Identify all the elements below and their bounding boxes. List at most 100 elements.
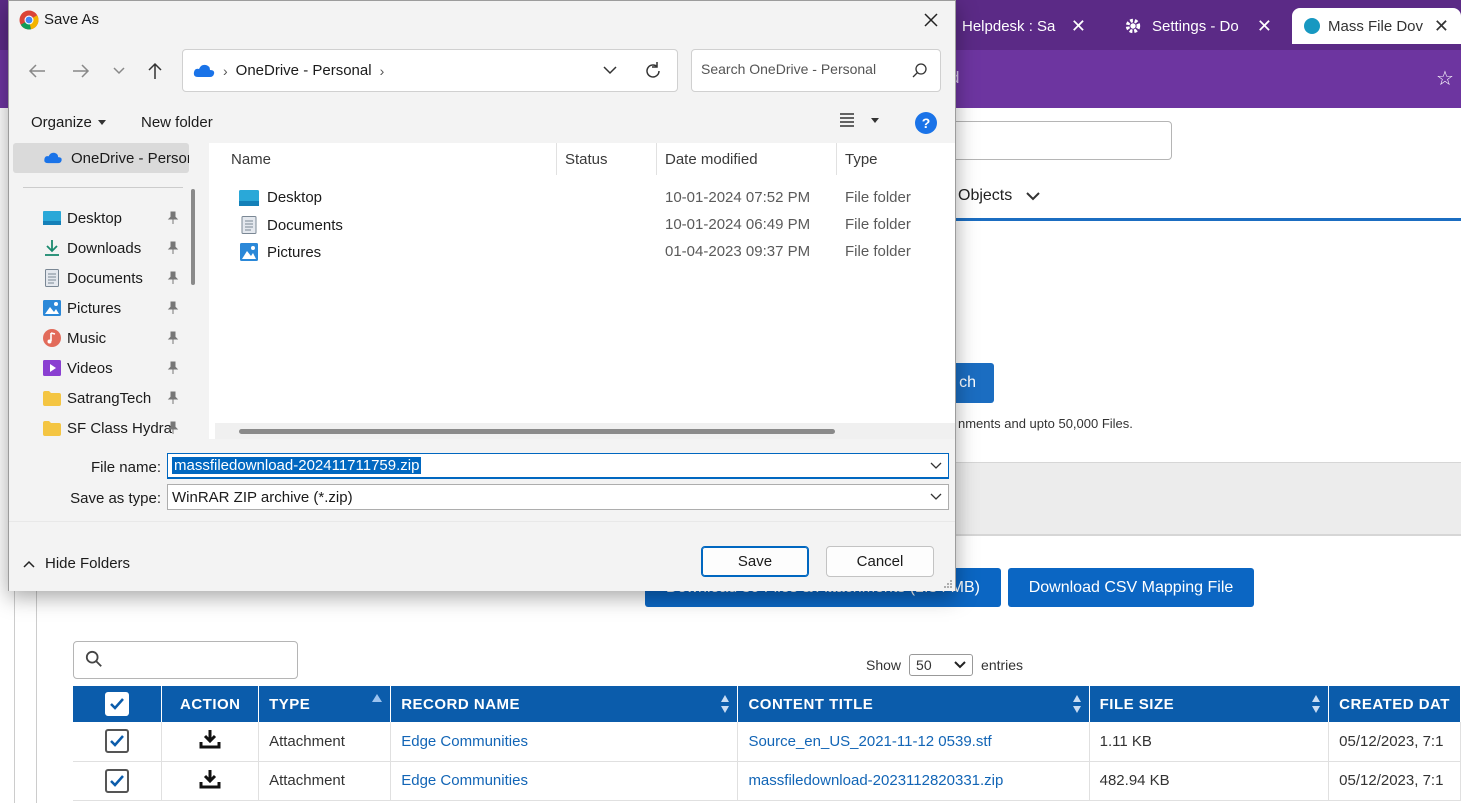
- row-title-link[interactable]: Source_en_US_2021-11-12 0539.stf: [737, 722, 1090, 762]
- header-created-date[interactable]: CREATED DAT: [1328, 686, 1461, 722]
- new-folder-button[interactable]: New folder: [141, 114, 213, 131]
- pin-icon[interactable]: [166, 301, 180, 315]
- column-header-type[interactable]: Type: [845, 143, 878, 175]
- select-all-checkbox[interactable]: [105, 692, 130, 716]
- page-search-input[interactable]: [940, 121, 1172, 160]
- column-divider[interactable]: [836, 143, 837, 175]
- search-icon: [912, 63, 927, 78]
- column-divider[interactable]: [656, 143, 657, 175]
- nav-item-sf-class-hydra[interactable]: SF Class Hydra: [43, 415, 193, 439]
- dialog-titlebar[interactable]: Save As: [9, 1, 955, 39]
- back-button[interactable]: [25, 59, 49, 83]
- music-icon: [43, 329, 61, 347]
- browser-tab-settings[interactable]: Settings - Do ✕: [1112, 8, 1284, 44]
- save-type-select[interactable]: WinRAR ZIP archive (*.zip): [167, 484, 949, 510]
- horizontal-scrollbar[interactable]: [215, 423, 955, 439]
- nav-item-desktop[interactable]: Desktop: [43, 205, 193, 231]
- nav-item-onedrive[interactable]: OneDrive - Persor: [13, 143, 189, 173]
- row-action[interactable]: [161, 722, 260, 762]
- nav-item-videos[interactable]: Videos: [43, 355, 193, 381]
- help-button[interactable]: ?: [915, 112, 937, 134]
- save-button[interactable]: Save: [701, 546, 809, 577]
- pin-icon[interactable]: [166, 421, 180, 435]
- search-button-label: ch: [959, 374, 976, 391]
- save-type-value: WinRAR ZIP archive (*.zip): [172, 488, 353, 506]
- row-title-link[interactable]: massfiledownload-2023112820331.zip: [737, 761, 1090, 801]
- column-header-status[interactable]: Status: [565, 143, 608, 175]
- pin-icon[interactable]: [166, 391, 180, 405]
- chevron-down-icon[interactable]: [603, 63, 617, 77]
- header-record-name[interactable]: RECORD NAME: [390, 686, 739, 722]
- browser-tab-mass-file[interactable]: Mass File Dov ✕: [1292, 8, 1461, 44]
- file-row-documents[interactable]: Documents 10-01-2024 06:49 PM File folde…: [209, 211, 955, 238]
- pin-icon[interactable]: [166, 271, 180, 285]
- nav-item-documents[interactable]: Documents: [43, 265, 193, 291]
- column-divider[interactable]: [556, 143, 557, 175]
- resize-grip-icon[interactable]: [943, 579, 953, 589]
- tab-title: Settings - Do: [1152, 17, 1239, 35]
- close-button[interactable]: [919, 8, 943, 32]
- row-record-link[interactable]: Edge Communities: [390, 761, 739, 801]
- forward-button[interactable]: [69, 59, 93, 83]
- up-button[interactable]: [143, 59, 167, 83]
- organize-button[interactable]: Organize: [31, 114, 106, 131]
- pin-icon[interactable]: [166, 331, 180, 345]
- chevron-down-icon[interactable]: [930, 462, 942, 470]
- refresh-icon[interactable]: [643, 61, 663, 81]
- file-list: ^ Name Status Date modified Type Desktop…: [209, 143, 955, 439]
- column-header-name[interactable]: Name: [231, 143, 271, 175]
- breadcrumb-chevron[interactable]: ›: [380, 63, 385, 79]
- browser-tab-helpdesk[interactable]: Helpdesk : Sa ✕: [950, 8, 1098, 44]
- download-icon[interactable]: [199, 769, 221, 789]
- file-row-desktop[interactable]: Desktop 10-01-2024 07:52 PM File folder: [209, 184, 955, 211]
- navigation-row: › OneDrive - Personal ›: [9, 39, 955, 101]
- objects-label: Objects: [958, 187, 1013, 204]
- row-record-link[interactable]: Edge Communities: [390, 722, 739, 762]
- row-select[interactable]: [73, 761, 163, 801]
- nav-item-label: Music: [67, 329, 107, 347]
- bookmark-star-icon[interactable]: ☆: [1436, 66, 1454, 91]
- row-select[interactable]: [73, 722, 163, 762]
- chevron-down-icon[interactable]: [930, 493, 942, 501]
- documents-folder-icon: [241, 216, 257, 234]
- row-action[interactable]: [161, 761, 260, 801]
- tab-close-icon[interactable]: ✕: [1434, 16, 1449, 37]
- row-checkbox[interactable]: [105, 768, 130, 793]
- tab-close-icon[interactable]: ✕: [1257, 16, 1272, 37]
- recent-locations-button[interactable]: [107, 59, 131, 83]
- sort-ascending-icon: ^: [386, 143, 392, 149]
- nav-item-satrangtech[interactable]: SatrangTech: [43, 385, 193, 411]
- pin-icon[interactable]: [166, 361, 180, 375]
- select-all-header[interactable]: [73, 686, 163, 722]
- download-csv-button[interactable]: Download CSV Mapping File: [1008, 568, 1254, 607]
- file-name-input[interactable]: massfiledownload-202411711759.zip: [167, 453, 949, 479]
- header-file-size[interactable]: FILE SIZE: [1089, 686, 1330, 722]
- header-type[interactable]: TYPE: [258, 686, 392, 722]
- pin-icon[interactable]: [166, 241, 180, 255]
- row-checkbox[interactable]: [105, 729, 130, 754]
- download-icon[interactable]: [199, 729, 221, 749]
- breadcrumb-location[interactable]: OneDrive - Personal: [236, 62, 372, 79]
- folder-search[interactable]: [691, 49, 941, 92]
- nav-item-music[interactable]: Music: [43, 325, 193, 351]
- save-as-dialog: Save As › OneDrive - Personal › Search O…: [8, 0, 956, 591]
- pin-icon[interactable]: [166, 211, 180, 225]
- nav-scrollbar[interactable]: [191, 189, 195, 285]
- nav-item-downloads[interactable]: Downloads: [43, 235, 193, 261]
- file-type: File folder: [845, 216, 911, 233]
- column-header-date[interactable]: Date modified: [665, 143, 758, 175]
- page-border: [36, 590, 37, 803]
- folder-search-input[interactable]: [701, 61, 901, 77]
- table-search-input[interactable]: [73, 641, 298, 679]
- header-content-title[interactable]: CONTENT TITLE: [737, 686, 1090, 722]
- nav-item-pictures[interactable]: Pictures: [43, 295, 193, 321]
- cancel-button[interactable]: Cancel: [826, 546, 934, 577]
- entries-select[interactable]: 50: [909, 654, 974, 676]
- hide-folders-button[interactable]: Hide Folders: [23, 555, 130, 572]
- change-view-button[interactable]: [839, 113, 879, 127]
- file-row-pictures[interactable]: Pictures 01-04-2023 09:37 PM File folder: [209, 238, 955, 265]
- tab-close-icon[interactable]: ✕: [1071, 16, 1086, 37]
- scrollbar-thumb[interactable]: [239, 429, 835, 434]
- address-breadcrumb[interactable]: › OneDrive - Personal ›: [182, 49, 678, 92]
- objects-dropdown[interactable]: Objects: [958, 187, 1040, 205]
